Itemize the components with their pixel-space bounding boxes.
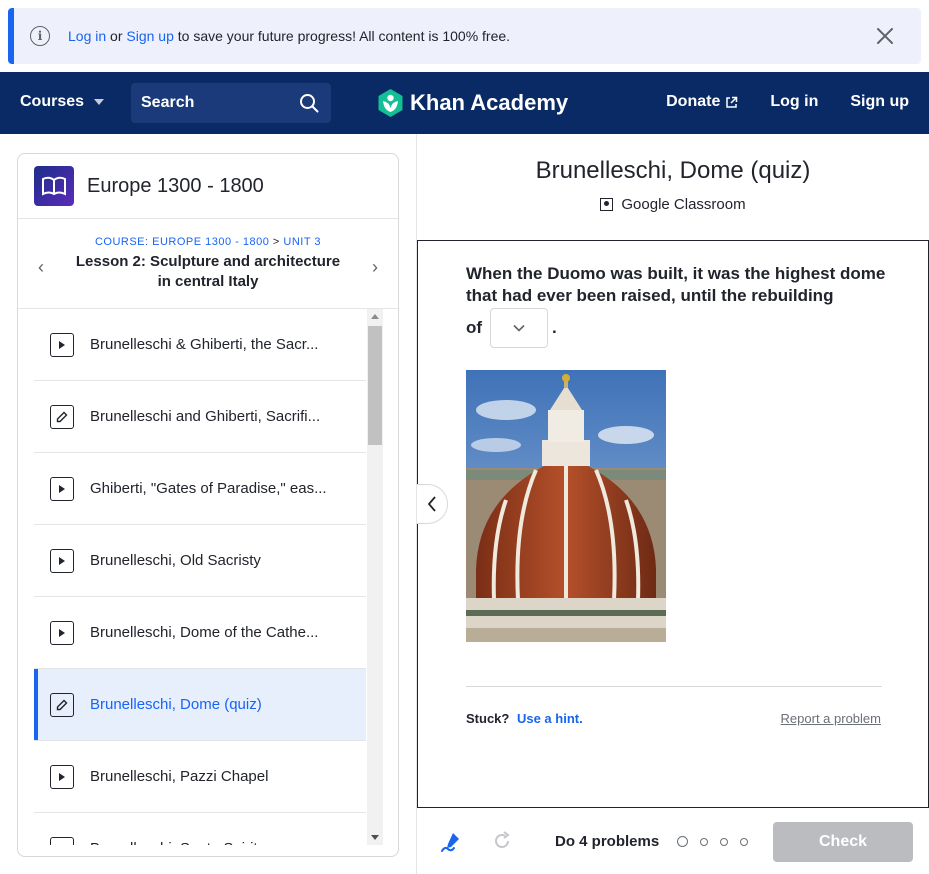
breadcrumb-separator: > bbox=[272, 236, 280, 248]
chevron-down-icon bbox=[513, 324, 525, 332]
scrollbar[interactable] bbox=[367, 309, 383, 845]
lesson-sidebar: Europe 1300 - 1800 ‹ COURSE: EUROPE 1300… bbox=[17, 153, 399, 857]
chevron-down-icon bbox=[94, 99, 105, 105]
scroll-up-arrow-icon[interactable] bbox=[371, 314, 379, 319]
play-icon bbox=[50, 620, 74, 645]
external-link-icon bbox=[726, 96, 738, 108]
google-classroom-button[interactable]: Google Classroom bbox=[417, 196, 929, 213]
question-panel: When the Duomo was built, it was the hig… bbox=[417, 240, 929, 808]
chevron-left-icon bbox=[427, 496, 436, 512]
chevron-left-icon[interactable]: ‹ bbox=[38, 257, 44, 278]
use-hint-link[interactable]: Use a hint. bbox=[517, 711, 583, 726]
lesson-navigator: ‹ COURSE: EUROPE 1300 - 1800 > UNIT 3 Le… bbox=[18, 219, 398, 309]
question-text: When the Duomo was built, it was the hig… bbox=[466, 264, 886, 305]
play-icon bbox=[50, 332, 74, 357]
lesson-list-item[interactable]: Brunelleschi, Dome (quiz) bbox=[34, 669, 366, 741]
courses-menu-button[interactable]: Courses bbox=[20, 93, 105, 111]
course-header[interactable]: Europe 1300 - 1800 bbox=[18, 154, 398, 219]
banner-message-rest: to save your future progress! All conten… bbox=[177, 28, 511, 44]
report-problem-link[interactable]: Report a problem bbox=[781, 711, 881, 726]
lesson-list-item[interactable]: Brunelleschi, Pazzi Chapel bbox=[34, 741, 366, 813]
donate-link[interactable]: Donate bbox=[666, 93, 738, 111]
banner-login-link[interactable]: Log in bbox=[68, 28, 106, 44]
lesson-list-item[interactable]: Brunelleschi & Ghiberti, the Sacr... bbox=[34, 309, 366, 381]
progress-dots bbox=[677, 836, 748, 847]
question-blank-line: of . bbox=[466, 308, 557, 348]
signup-banner: i Log in or Sign up to save your future … bbox=[8, 8, 921, 64]
pencil-icon bbox=[50, 692, 74, 717]
lesson-list-item[interactable]: Brunelleschi and Ghiberti, Sacrifi... bbox=[34, 381, 366, 453]
progress-dot bbox=[700, 837, 708, 846]
lesson-list-item-label: Ghiberti, "Gates of Paradise," eas... bbox=[90, 480, 327, 497]
info-icon: i bbox=[30, 26, 50, 46]
breadcrumb: COURSE: EUROPE 1300 - 1800 > UNIT 3 bbox=[18, 219, 398, 248]
pencil-icon bbox=[50, 404, 74, 429]
lesson-list-item-label: Brunelleschi, Dome (quiz) bbox=[90, 696, 262, 713]
lesson-list-item[interactable]: Brunelleschi, Old Sacristy bbox=[34, 525, 366, 597]
answer-dropdown[interactable] bbox=[490, 308, 549, 348]
chevron-right-icon[interactable]: › bbox=[372, 257, 378, 278]
progress-dot bbox=[740, 837, 748, 846]
progress-dot bbox=[720, 837, 728, 846]
lesson-list-item[interactable]: Ghiberti, "Gates of Paradise," eas... bbox=[34, 453, 366, 525]
footer-divider bbox=[466, 686, 882, 687]
lesson-list-item[interactable]: Brunelleschi, Dome of the Cathe... bbox=[34, 597, 366, 669]
lesson-title: Lesson 2: Sculpture and architecture in … bbox=[75, 253, 341, 290]
redo-icon[interactable] bbox=[491, 830, 513, 852]
play-icon bbox=[50, 764, 74, 789]
course-title: Europe 1300 - 1800 bbox=[87, 174, 264, 197]
stuck-label: Stuck? bbox=[466, 711, 510, 726]
lesson-list-item-label: Brunelleschi, Santo Spirito bbox=[90, 840, 266, 845]
lesson-list-item-label: Brunelleschi & Ghiberti, the Sacr... bbox=[90, 336, 319, 353]
search-placeholder: Search bbox=[141, 94, 195, 111]
khan-academy-logo[interactable]: Khan Academy bbox=[377, 88, 568, 118]
duomo-dome-image bbox=[466, 370, 666, 642]
google-classroom-label: Google Classroom bbox=[621, 196, 746, 213]
khan-leaf-icon bbox=[378, 89, 403, 117]
banner-signup-link[interactable]: Sign up bbox=[126, 28, 173, 44]
scroll-down-arrow-icon[interactable] bbox=[371, 835, 379, 840]
play-icon bbox=[50, 836, 74, 845]
stuck-hint: Stuck? Use a hint. bbox=[466, 711, 583, 726]
lesson-item-list: Brunelleschi & Ghiberti, the Sacr... Brun… bbox=[34, 309, 366, 845]
lesson-list-item-label: Brunelleschi, Dome of the Cathe... bbox=[90, 624, 319, 641]
lesson-list-item-label: Brunelleschi and Ghiberti, Sacrifi... bbox=[90, 408, 321, 425]
courses-label: Courses bbox=[20, 93, 85, 110]
lesson-list-item-label: Brunelleschi, Old Sacristy bbox=[90, 552, 261, 569]
top-nav: Courses Search Khan Academy Donate Log i… bbox=[0, 72, 929, 134]
lesson-list-item[interactable]: Brunelleschi, Santo Spirito bbox=[34, 813, 366, 845]
donate-label: Donate bbox=[666, 93, 721, 110]
logo-text: Khan Academy bbox=[410, 90, 569, 115]
nav-signup-link[interactable]: Sign up bbox=[850, 93, 909, 111]
banner-or: or bbox=[110, 28, 123, 44]
play-icon bbox=[50, 548, 74, 573]
quiz-title: Brunelleschi, Dome (quiz) bbox=[535, 157, 811, 184]
search-icon bbox=[300, 94, 319, 113]
google-classroom-icon bbox=[600, 198, 614, 211]
progress-dot bbox=[677, 836, 688, 847]
nav-login-link[interactable]: Log in bbox=[770, 93, 818, 111]
lesson-list-item-label: Brunelleschi, Pazzi Chapel bbox=[90, 768, 269, 785]
scratchpad-pencil-icon[interactable] bbox=[439, 830, 463, 854]
exercise-footer: Do 4 problems Check bbox=[417, 808, 929, 874]
problems-count-text: Do 4 problems bbox=[555, 833, 660, 850]
question-end: . bbox=[552, 318, 557, 337]
search-input[interactable]: Search bbox=[131, 83, 331, 123]
scrollbar-thumb[interactable] bbox=[368, 326, 382, 445]
close-icon[interactable] bbox=[875, 26, 895, 46]
banner-message: Log in or Sign up to save your future pr… bbox=[68, 28, 510, 44]
breadcrumb-unit[interactable]: UNIT 3 bbox=[283, 236, 321, 248]
play-icon bbox=[50, 476, 74, 501]
book-icon bbox=[34, 166, 74, 206]
breadcrumb-course[interactable]: COURSE: EUROPE 1300 - 1800 bbox=[95, 236, 269, 248]
check-button[interactable]: Check bbox=[773, 822, 913, 862]
question-of: of bbox=[466, 318, 483, 337]
